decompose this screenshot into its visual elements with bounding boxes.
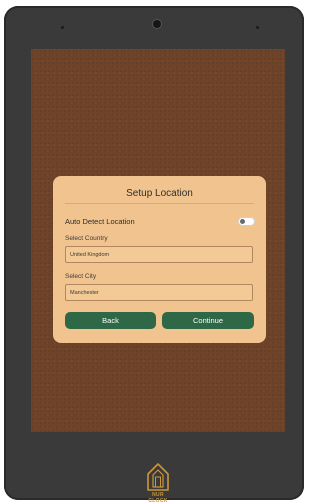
sensor-dot-left bbox=[61, 26, 64, 29]
auto-detect-toggle[interactable] bbox=[238, 217, 255, 226]
title-divider bbox=[65, 203, 254, 204]
nur-clock-logo: NUR CLOCK bbox=[143, 461, 173, 504]
city-select[interactable]: Manchester bbox=[65, 284, 253, 301]
country-select[interactable]: United Kingdom bbox=[65, 246, 253, 263]
city-label: Select City bbox=[65, 273, 97, 280]
logo-text: NUR CLOCK bbox=[148, 492, 168, 504]
house-logo-icon bbox=[147, 463, 169, 491]
back-button[interactable]: Back bbox=[65, 312, 156, 329]
continue-button[interactable]: Continue bbox=[162, 312, 254, 329]
dialog-title: Setup Location bbox=[126, 188, 193, 199]
toggle-knob bbox=[240, 219, 245, 224]
tablet-frame: Setup Location Auto Detect Location Sele… bbox=[4, 6, 304, 504]
screen: Setup Location Auto Detect Location Sele… bbox=[31, 49, 285, 432]
setup-location-dialog: Setup Location Auto Detect Location Sele… bbox=[53, 176, 266, 343]
sensor-dot-right bbox=[256, 26, 259, 29]
auto-detect-label: Auto Detect Location bbox=[65, 217, 135, 226]
front-camera bbox=[153, 20, 161, 28]
country-label: Select Country bbox=[65, 235, 108, 242]
